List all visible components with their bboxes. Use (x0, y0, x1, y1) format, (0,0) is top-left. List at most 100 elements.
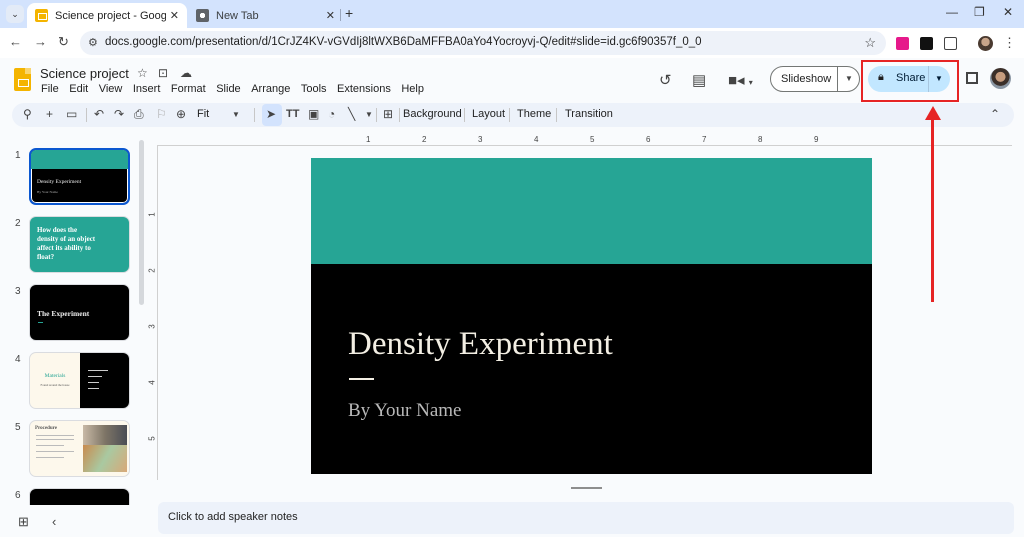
shape-icon[interactable]: ◔ (328, 107, 335, 121)
line-dropdown-icon[interactable]: ▼ (365, 110, 373, 119)
thumb-photo (83, 445, 127, 472)
close-window-button[interactable]: ✕ (1003, 5, 1013, 19)
menu-extensions[interactable]: Extensions (337, 83, 391, 95)
print-icon[interactable]: ⎙ (134, 107, 144, 122)
document-title[interactable]: Science project (40, 66, 129, 81)
slideshow-dropdown-icon[interactable]: ▼ (845, 74, 853, 83)
menu-insert[interactable]: Insert (133, 83, 161, 95)
close-tab-icon[interactable]: ✕ (170, 9, 179, 22)
tab-science-project[interactable]: Science project - Google Slides ✕ (27, 3, 187, 28)
menu-file[interactable]: File (41, 83, 59, 95)
forward-button[interactable]: → (34, 34, 47, 49)
back-button[interactable]: ← (9, 34, 22, 49)
slideshow-button[interactable]: Slideshow ▼ (770, 66, 860, 92)
slideshow-label[interactable]: Slideshow (781, 73, 831, 85)
slide-thumbnail-4[interactable]: Materials Found around the house (29, 352, 130, 409)
site-settings-icon[interactable]: ⚙ (88, 36, 98, 49)
layout-button[interactable]: Layout (472, 108, 505, 120)
comments-icon[interactable]: ▤ (692, 71, 706, 89)
insert-comment-icon[interactable]: ⊞ (383, 107, 393, 121)
slide-subtitle[interactable]: By Your Name (348, 400, 461, 422)
tab-search-button[interactable]: ⌄ (6, 5, 24, 23)
browser-profile-avatar[interactable] (978, 36, 993, 51)
minimize-button[interactable]: — (946, 5, 958, 19)
menu-slide[interactable]: Slide (216, 83, 240, 95)
menu-tools[interactable]: Tools (301, 83, 327, 95)
restore-button[interactable]: ❐ (974, 5, 985, 19)
slide-number: 2 (15, 218, 21, 229)
editing-toolbar: ⚲ + ▭ ↶ ↷ ⎙ ⚐ ⊕ Fit ▼ ➤ TT ▣ ◔ ╲ ▼ ⊞ Bac… (12, 103, 1014, 127)
slide-thumbnail-2[interactable]: How does the density of an object affect… (29, 216, 130, 273)
slide-thumbnail-5[interactable]: Procedure (29, 420, 130, 477)
transition-button[interactable]: Transition (565, 108, 613, 120)
slide-canvas[interactable]: Density Experiment By Your Name (311, 158, 872, 474)
cloud-saved-icon[interactable]: ☁ (180, 66, 192, 80)
extension-icon-pink[interactable] (896, 37, 909, 50)
slide-number: 5 (15, 422, 21, 433)
account-avatar[interactable] (990, 68, 1011, 89)
reload-button[interactable]: ↻ (58, 34, 69, 50)
star-icon[interactable]: ☆ (137, 66, 148, 80)
speaker-notes[interactable]: Click to add speaker notes (158, 502, 1014, 534)
menu-format[interactable]: Format (171, 83, 206, 95)
address-bar[interactable]: ⚙ docs.google.com/presentation/d/1CrJZ4K… (80, 31, 886, 55)
horizontal-ruler: 1 2 3 4 5 6 7 8 9 (310, 135, 870, 147)
background-button[interactable]: Background (403, 108, 462, 120)
tab-label: New Tab (216, 9, 259, 22)
bookmark-star-icon[interactable]: ☆ (864, 35, 876, 51)
slide-accent-band (311, 158, 872, 264)
ruler-label: 9 (814, 135, 819, 144)
zoom-select[interactable]: Fit (197, 108, 209, 120)
slide-thumbnail-1[interactable]: Density Experiment By Your Name (29, 148, 130, 205)
ruler-label: 2 (422, 135, 427, 144)
menu-view[interactable]: View (99, 83, 123, 95)
divider (86, 108, 87, 122)
extensions-puzzle-icon[interactable] (944, 37, 957, 50)
line-icon[interactable]: ╲ (348, 107, 355, 121)
browser-menu-icon[interactable]: ⋮ (1003, 35, 1016, 51)
thumb-title: Density Experiment (37, 179, 82, 185)
close-tab-icon[interactable]: ✕ (326, 9, 335, 22)
tab-label: Science project - Google Slides (55, 9, 166, 22)
collapse-filmstrip-icon[interactable]: ‹ (52, 514, 56, 529)
filmstrip-scrollbar[interactable] (139, 140, 144, 305)
divider (376, 108, 377, 122)
undo-icon[interactable]: ↶ (94, 107, 104, 121)
version-history-icon[interactable]: ↺ (659, 71, 672, 89)
divider (837, 67, 838, 91)
redo-icon[interactable]: ↷ (114, 107, 124, 121)
ruler-label: 4 (147, 380, 157, 385)
collapse-toolbar-icon[interactable]: ⌃ (990, 107, 1000, 121)
url-text[interactable]: docs.google.com/presentation/d/1CrJZ4KV-… (105, 36, 702, 48)
slide-title[interactable]: Density Experiment (348, 326, 613, 363)
meet-camera-icon[interactable]: ■◂ ▾ (728, 71, 753, 89)
zoom-icon[interactable]: ⊕ (176, 107, 186, 121)
new-slide-icon[interactable]: + (46, 107, 53, 121)
select-cursor-icon[interactable]: ➤ (266, 107, 276, 121)
tab-new-tab[interactable]: New Tab ✕ (188, 3, 343, 28)
menu-help[interactable]: Help (401, 83, 424, 95)
ruler-label: 2 (147, 268, 157, 273)
slide-layout-icon[interactable]: ▭ (66, 107, 77, 121)
side-panel-toggle-icon[interactable] (966, 72, 978, 84)
new-tab-button[interactable]: + (345, 5, 353, 21)
grid-view-icon[interactable]: ⊞ (18, 514, 29, 530)
zoom-dropdown-icon[interactable]: ▼ (232, 110, 240, 119)
paint-format-icon[interactable]: ⚐ (156, 107, 167, 121)
theme-button[interactable]: Theme (517, 108, 551, 120)
move-folder-icon[interactable]: ⊡ (158, 66, 168, 80)
extension-icon-dark[interactable] (920, 37, 933, 50)
divider (556, 108, 557, 122)
text-box-icon[interactable]: TT (286, 108, 299, 120)
slides-logo-icon[interactable] (14, 68, 31, 91)
slide-thumbnail-3[interactable]: The Experiment (29, 284, 130, 341)
annotation-arrow (931, 118, 934, 302)
notes-resize-handle[interactable] (571, 487, 602, 489)
menu-arrange[interactable]: Arrange (251, 83, 290, 95)
insert-image-icon[interactable]: ▣ (308, 107, 319, 121)
speaker-notes-placeholder[interactable]: Click to add speaker notes (168, 511, 298, 523)
menu-edit[interactable]: Edit (69, 83, 88, 95)
slide-thumbnail-6[interactable] (29, 488, 130, 505)
search-menus-icon[interactable]: ⚲ (23, 107, 32, 121)
ruler-label: 5 (590, 135, 595, 144)
